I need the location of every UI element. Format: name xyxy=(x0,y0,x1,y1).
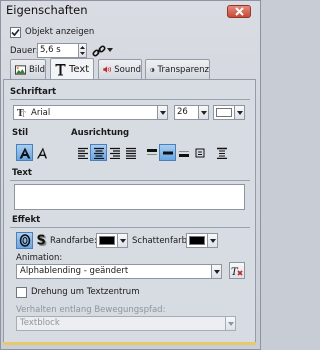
font-color-dropdown[interactable] xyxy=(234,105,245,120)
valign-top-icon xyxy=(146,148,157,155)
chevron-down-icon xyxy=(159,110,166,115)
chevron-down-icon xyxy=(119,238,126,243)
font-size-select[interactable]: 26 xyxy=(174,105,199,120)
align-right-icon xyxy=(109,147,120,159)
shadow-color-swatch xyxy=(189,236,205,245)
motion-path-dropdown[interactable] xyxy=(225,316,236,331)
window-title: Eigenschaften xyxy=(6,3,88,17)
shadow-effect-button[interactable]: SS xyxy=(33,232,50,249)
font-family-select[interactable]: TT Arial xyxy=(13,105,158,120)
chevron-down-icon xyxy=(209,238,216,243)
chevron-down-icon xyxy=(200,110,207,115)
checkmark-icon xyxy=(11,28,20,37)
chevron-down-icon xyxy=(236,110,243,115)
link-chain-button[interactable] xyxy=(91,42,106,59)
text-section-title: Text xyxy=(12,168,32,178)
align-left-icon xyxy=(77,147,88,159)
align-justify-button[interactable] xyxy=(122,144,139,161)
valign-middle-button[interactable] xyxy=(159,144,176,161)
style-section-title: Stil xyxy=(12,128,29,138)
divider xyxy=(10,99,250,100)
border-color-swatch xyxy=(99,236,115,245)
italic-icon xyxy=(36,147,47,158)
outline-effect-button[interactable] xyxy=(16,232,33,249)
shadow-color-dropdown[interactable] xyxy=(207,233,218,248)
font-family-dropdown[interactable] xyxy=(157,105,168,120)
svg-text:T: T xyxy=(21,111,26,117)
show-object-checkbox[interactable] xyxy=(10,27,21,38)
duration-label: Dauer: xyxy=(10,46,39,56)
border-color-dropdown[interactable] xyxy=(117,233,128,248)
svg-text:S: S xyxy=(36,234,45,247)
rotate-text-center-checkbox[interactable] xyxy=(16,287,27,298)
tab-bild[interactable]: Bild xyxy=(10,59,46,79)
text-input[interactable] xyxy=(14,184,245,210)
text-t-icon xyxy=(55,64,66,76)
tab-text-label: Text xyxy=(69,64,90,75)
font-color-swatch xyxy=(216,108,232,117)
tab-text[interactable]: Text xyxy=(50,58,94,80)
align-left-button[interactable] xyxy=(74,144,91,161)
tab-sound[interactable]: Sound xyxy=(98,59,142,79)
spin-arrows-icon xyxy=(80,46,85,55)
bold-button[interactable] xyxy=(16,144,33,161)
font-color-select[interactable] xyxy=(213,105,235,120)
duration-input[interactable]: 5,6 s xyxy=(37,43,79,58)
speaker-icon xyxy=(103,66,111,73)
outline-o-icon xyxy=(19,234,30,247)
italic-button[interactable] xyxy=(33,144,50,161)
tab-bild-label: Bild xyxy=(29,64,45,75)
align-right-button[interactable] xyxy=(106,144,123,161)
valign-top-button[interactable] xyxy=(143,144,160,161)
svg-text:T: T xyxy=(231,267,239,277)
alignment-section-title: Ausrichtung xyxy=(71,128,130,138)
close-icon xyxy=(234,7,244,16)
tab-transparenz-label: Transparenz xyxy=(157,64,209,75)
bottom-accent-bar xyxy=(3,342,256,345)
border-color-select[interactable] xyxy=(96,233,118,248)
tab-transparenz[interactable]: Transparenz xyxy=(145,59,210,79)
bold-icon xyxy=(19,147,30,158)
shadow-s-icon: SS xyxy=(36,234,47,247)
chain-link-icon xyxy=(91,44,106,57)
font-section-title: Schriftart xyxy=(10,87,57,97)
shadow-color-select[interactable] xyxy=(186,233,208,248)
tab-sound-label: Sound xyxy=(114,64,141,75)
transparency-icon xyxy=(150,67,155,72)
line-spacing-button[interactable] xyxy=(213,144,230,161)
truetype-font-icon: TT xyxy=(17,109,26,117)
close-button[interactable] xyxy=(227,5,251,18)
text-box-button[interactable] xyxy=(191,144,208,161)
font-size-dropdown[interactable] xyxy=(198,105,209,120)
image-icon xyxy=(15,64,27,75)
font-family-value: Arial xyxy=(31,107,51,118)
border-color-label: Randfarbe: xyxy=(50,236,97,246)
show-object-label: Objekt anzeigen xyxy=(25,27,95,37)
valign-middle-icon xyxy=(162,151,173,154)
align-justify-icon xyxy=(125,147,136,159)
motion-path-select[interactable]: Textblock xyxy=(16,316,226,331)
motion-path-label: Verhalten entlang Bewegungspfad: xyxy=(16,305,166,315)
chevron-down-icon xyxy=(213,269,220,274)
divider xyxy=(10,180,250,181)
animation-dropdown[interactable] xyxy=(211,264,222,279)
chevron-down-icon xyxy=(107,48,113,52)
align-center-icon xyxy=(93,147,104,159)
link-dropdown-arrow[interactable] xyxy=(107,48,113,52)
clear-animation-button[interactable]: T xyxy=(229,262,245,279)
animation-label: Animation: xyxy=(16,253,63,263)
rotate-text-center-label: Drehung um Textzentrum xyxy=(31,287,140,297)
divider xyxy=(10,227,250,228)
line-spacing-icon xyxy=(216,147,227,159)
chevron-down-icon xyxy=(227,321,234,326)
animation-select[interactable]: Alphablending - geändert xyxy=(16,264,212,279)
duration-stepper[interactable] xyxy=(78,43,87,58)
align-center-button[interactable] xyxy=(90,144,107,161)
valign-bottom-button[interactable] xyxy=(175,144,192,161)
valign-bottom-icon xyxy=(178,150,189,157)
text-box-icon xyxy=(195,148,204,157)
clear-effect-icon: T xyxy=(231,267,243,277)
effect-section-title: Effekt xyxy=(12,215,41,225)
